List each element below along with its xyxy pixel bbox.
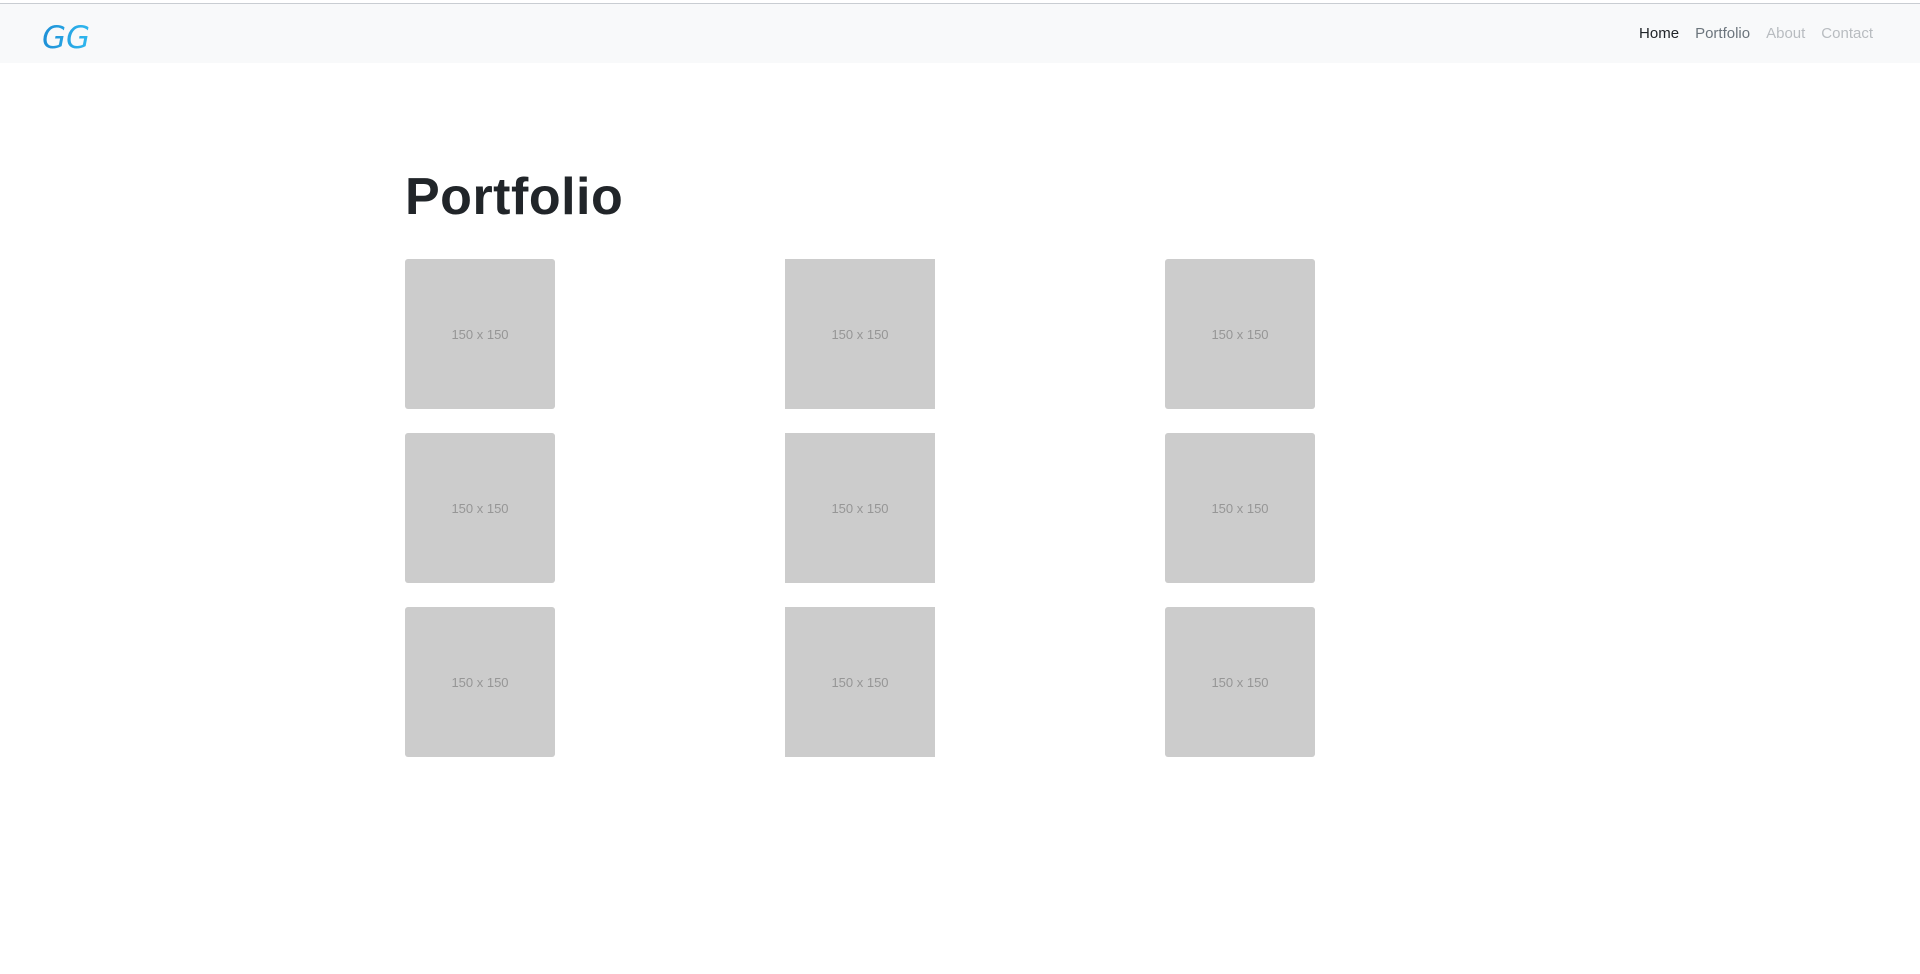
placeholder-label: 150 x 150 (451, 500, 509, 516)
gallery-tile[interactable]: 150 x 150 (785, 607, 935, 757)
placeholder-label: 150 x 150 (451, 674, 509, 690)
nav-home[interactable]: Home (1631, 24, 1687, 44)
page-title: Portfolio (405, 168, 624, 226)
placeholder-label: 150 x 150 (1211, 674, 1269, 690)
nav-contact[interactable]: Contact (1813, 24, 1881, 44)
placeholder-label: 150 x 150 (831, 500, 889, 516)
placeholder-label: 150 x 150 (831, 674, 889, 690)
gallery-tile[interactable]: 150 x 150 (405, 259, 555, 409)
placeholder-label: 150 x 150 (1211, 500, 1269, 516)
gallery-tile[interactable]: 150 x 150 (785, 259, 935, 409)
logo-text: GG (42, 22, 90, 54)
nav-portfolio[interactable]: Portfolio (1687, 24, 1758, 44)
gallery-tile[interactable]: 150 x 150 (405, 433, 555, 583)
gallery-tile[interactable]: 150 x 150 (405, 607, 555, 757)
placeholder-label: 150 x 150 (1211, 326, 1269, 342)
main-nav: Home Portfolio About Contact (1631, 4, 1881, 63)
gallery-tile[interactable]: 150 x 150 (1165, 259, 1315, 409)
gallery-tile[interactable]: 150 x 150 (1165, 607, 1315, 757)
nav-about[interactable]: About (1758, 24, 1813, 44)
logo-link[interactable]: GG (42, 18, 98, 58)
portfolio-gallery: 150 x 150 150 x 150 150 x 150 150 x 150 … (405, 259, 1418, 757)
placeholder-label: 150 x 150 (831, 326, 889, 342)
gallery-tile[interactable]: 150 x 150 (785, 433, 935, 583)
placeholder-label: 150 x 150 (451, 326, 509, 342)
gg-logo-icon: GG (42, 22, 90, 54)
gallery-tile[interactable]: 150 x 150 (1165, 433, 1315, 583)
